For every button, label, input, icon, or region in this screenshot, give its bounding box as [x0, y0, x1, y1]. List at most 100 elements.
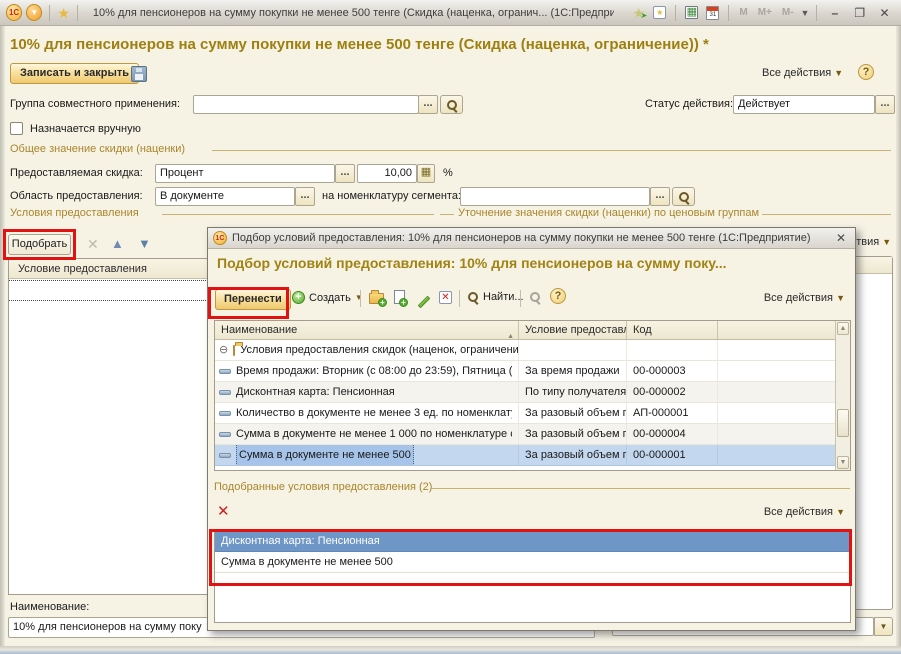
segment-open-button[interactable] [672, 187, 695, 206]
memory-mplus-button[interactable]: M+ [755, 7, 775, 18]
table-row[interactable]: Время продажи: Вторник (с 08:00 до 23:59… [215, 361, 850, 382]
table-row[interactable]: Дисконтная карта: Пенсионная По типу пол… [215, 382, 850, 403]
search-icon [446, 99, 458, 111]
sort-ascending-icon: ▲ [507, 327, 514, 339]
status-input[interactable]: Действует [733, 95, 875, 114]
dialog-heading: Подбор условий предоставления: 10% для п… [217, 255, 847, 271]
delete-item-button[interactable]: ✕ [439, 291, 452, 304]
area-input[interactable]: В документе [155, 187, 295, 206]
refine-combo-dropdown-button[interactable]: ▼ [874, 617, 893, 636]
window-title: 10% для пенсионеров на сумму покупки не … [93, 7, 614, 19]
area-select-button[interactable]: ... [295, 187, 315, 206]
calculator-icon[interactable]: ▦ [683, 4, 700, 21]
save-icon[interactable] [131, 66, 147, 82]
group-application-open-button[interactable] [440, 95, 463, 114]
discount-label: Предоставляемая скидка: [10, 167, 143, 179]
memory-m-button[interactable]: M [736, 7, 750, 18]
minimize-button[interactable]: – [824, 4, 845, 21]
help-icon[interactable]: ? [550, 288, 566, 304]
copy-item-button[interactable]: + [394, 290, 405, 307]
column-code[interactable]: Код [627, 321, 718, 339]
picked-section-label: Подобранные условия предоставления (2) [214, 481, 432, 493]
status-select-button[interactable]: ... [875, 95, 895, 114]
search-off-icon [529, 291, 541, 303]
titlebar-separator [77, 5, 78, 21]
clear-find-button[interactable] [529, 291, 541, 306]
window-frame-left [0, 26, 5, 648]
calendar-icon[interactable]: 31 [704, 4, 721, 21]
discount-percent-input[interactable]: 10,00 [357, 164, 417, 183]
section-refine-label: Уточнение значения скидки (наценки) по ц… [458, 207, 759, 219]
folder-icon: + [369, 293, 384, 304]
add-favorite-icon[interactable]: ★➤ [630, 4, 647, 21]
move-up-icon[interactable]: ▲ [111, 236, 124, 251]
catalog-table-header: Наименование▲ Условие предоставления Код [215, 321, 850, 340]
favorites-star-icon[interactable]: ★ [57, 6, 70, 20]
calculator-field-button[interactable]: ▦ [417, 164, 435, 183]
titlebar-dropdown-icon[interactable]: ▼ [801, 8, 810, 18]
titlebar-separator [675, 5, 676, 21]
group-application-input[interactable] [193, 95, 419, 114]
find-button[interactable]: Найти... [467, 291, 524, 303]
manual-checkbox-label: Назначается вручную [30, 123, 141, 135]
section-common-label: Общее значение скидки (наценки) [10, 143, 185, 155]
dropdown-arrow-icon: ▼ [882, 237, 891, 247]
discount-type-select-button[interactable]: ... [335, 164, 355, 183]
manual-checkbox[interactable] [10, 122, 23, 135]
memory-mminus-button[interactable]: M- [779, 7, 797, 18]
item-icon [219, 453, 231, 458]
dialog-close-button[interactable]: ✕ [832, 231, 850, 245]
dropdown-arrow-icon: ▼ [836, 293, 845, 303]
picked-all-actions-menu[interactable]: Все действия ▼ [764, 506, 845, 518]
picked-row-selected[interactable]: Дисконтная карта: Пенсионная [215, 531, 850, 552]
item-icon [219, 369, 231, 374]
dialog-all-actions-menu[interactable]: Все действия ▼ [764, 292, 845, 304]
document-icon: + [394, 290, 405, 304]
move-down-icon[interactable]: ▼ [138, 236, 151, 251]
scroll-thumb[interactable] [837, 409, 849, 437]
history-icon[interactable]: ★ [651, 4, 668, 21]
dropdown-arrow-icon: ▼ [834, 68, 843, 78]
table-row-folder[interactable]: ⊖ Условия предоставления скидок (наценок… [215, 340, 850, 361]
scroll-down-button[interactable]: ▼ [837, 456, 849, 469]
item-icon [219, 432, 231, 437]
transfer-button[interactable]: Перенести [215, 289, 291, 310]
section-refine-line-left [440, 214, 454, 215]
item-icon [219, 411, 231, 416]
all-actions-menu[interactable]: Все действия ▼ [762, 67, 843, 79]
section-common-line [212, 150, 891, 151]
collapse-icon[interactable]: ⊖ [219, 345, 228, 356]
segment-select-button[interactable]: ... [650, 187, 670, 206]
discount-type-input[interactable]: Процент [155, 164, 335, 183]
remove-picked-icon[interactable]: ✕ [217, 504, 230, 519]
table-row-selected[interactable]: Сумма в документе не менее 500 За разовы… [215, 445, 850, 466]
new-group-button[interactable]: + [369, 293, 384, 307]
segment-input[interactable] [460, 187, 650, 206]
section-conditions-line [162, 214, 434, 215]
create-button[interactable]: + Создать ▼ [292, 291, 363, 304]
table-row[interactable]: Количество в документе не менее 3 ед. по… [215, 403, 850, 424]
column-condition[interactable]: Условие предоставления [519, 321, 627, 339]
window-frame-bottom [0, 646, 901, 654]
picked-row[interactable]: Сумма в документе не менее 500 [215, 552, 850, 573]
dropdown-arrow-icon: ▼ [355, 293, 363, 302]
main-menu-button[interactable]: ▼ [26, 4, 42, 21]
help-icon[interactable]: ? [858, 64, 874, 80]
delete-icon: ✕ [439, 291, 452, 304]
catalog-table[interactable]: Наименование▲ Условие предоставления Код… [214, 320, 851, 471]
table-row[interactable]: Сумма в документе не менее 1 000 по номе… [215, 424, 850, 445]
edit-item-button[interactable] [417, 295, 431, 307]
save-close-button[interactable]: Записать и закрыть [10, 63, 139, 84]
delete-condition-icon[interactable]: ✕ [87, 236, 99, 253]
picked-list[interactable]: Дисконтная карта: Пенсионная Сумма в док… [214, 530, 851, 623]
maximize-button[interactable]: ❐ [849, 4, 870, 21]
close-button[interactable]: ✕ [874, 4, 895, 21]
pick-conditions-button[interactable]: Подобрать [8, 234, 71, 255]
vertical-scrollbar[interactable]: ▲ ▼ [835, 321, 850, 470]
area-label: Область предоставления: [10, 190, 143, 202]
scroll-up-button[interactable]: ▲ [837, 322, 849, 335]
1c-logo-icon: 1С [6, 4, 22, 21]
name-label: Наименование: [10, 601, 89, 613]
column-name[interactable]: Наименование▲ [215, 321, 519, 339]
group-application-select-button[interactable]: ... [418, 95, 438, 114]
